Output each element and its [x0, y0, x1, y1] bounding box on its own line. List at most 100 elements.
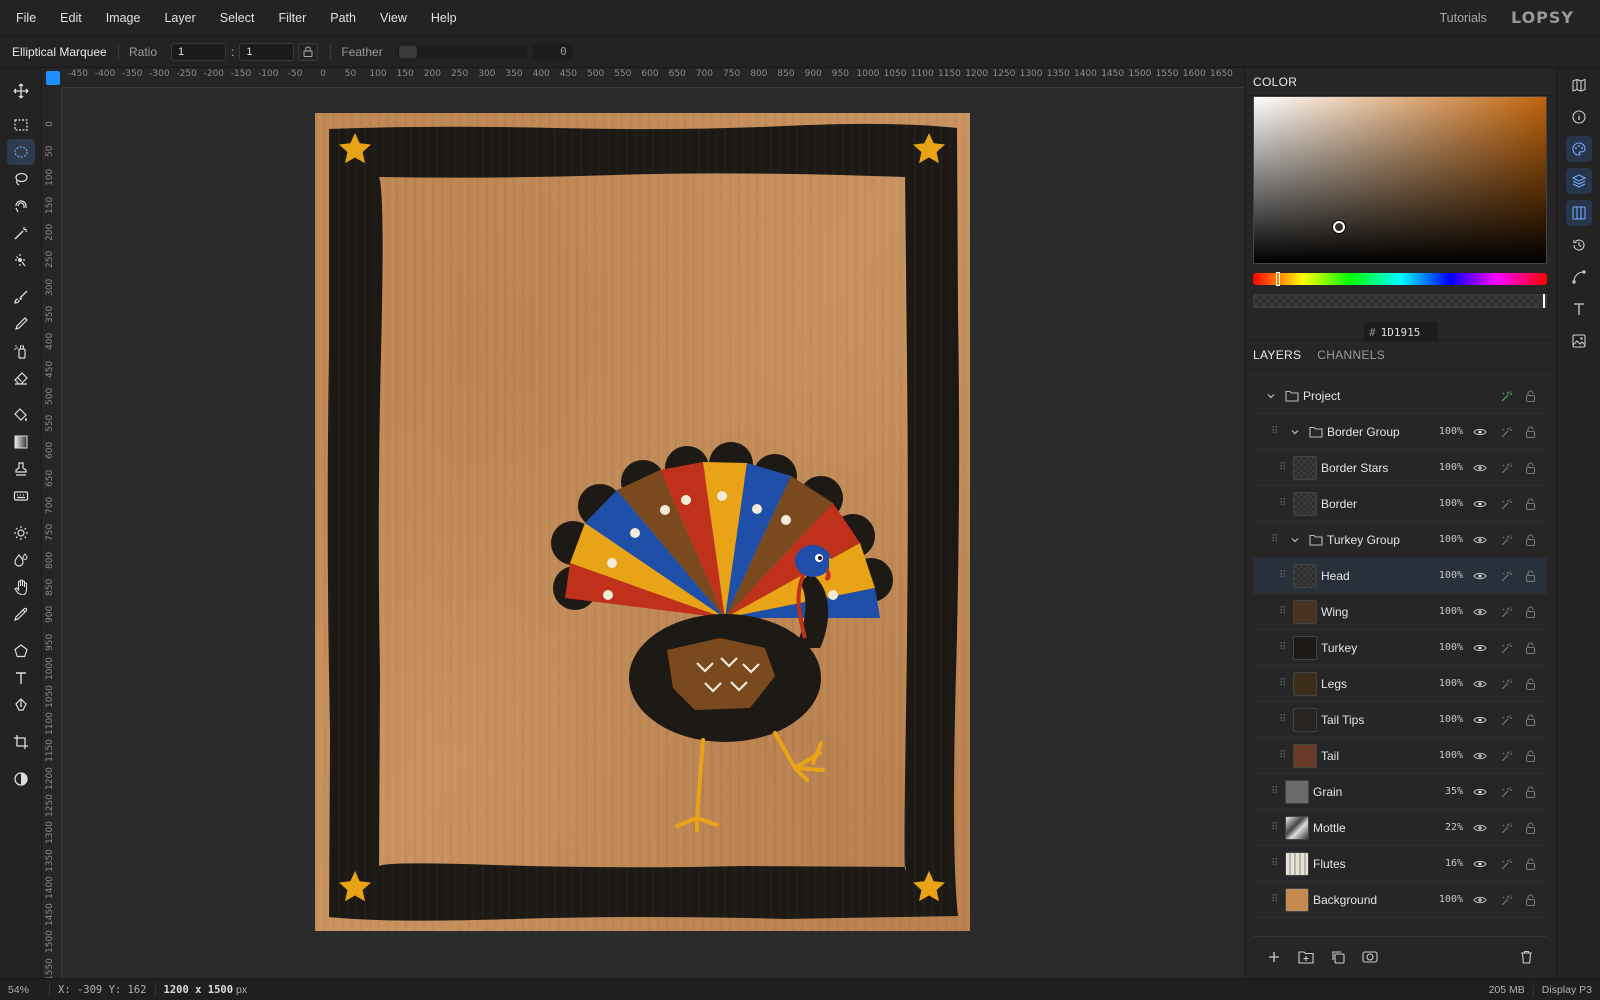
tab-layers[interactable]: LAYERS [1245, 348, 1309, 362]
layer-name[interactable]: Mottle [1313, 821, 1346, 835]
blur-tool[interactable] [7, 547, 35, 573]
lock-icon[interactable] [1523, 605, 1537, 619]
eye-icon[interactable] [1473, 677, 1487, 691]
layer-row[interactable]: ⠿ Tail 100% [1253, 738, 1547, 774]
layer-row[interactable]: ⠿ Border Stars 100% [1253, 450, 1547, 486]
eye-icon[interactable] [1473, 461, 1487, 475]
layer-row[interactable]: ⠿ Border Group 100% [1253, 414, 1547, 450]
effects-icon[interactable] [1499, 533, 1513, 547]
layer-row[interactable]: ⠿ Mottle 22% [1253, 810, 1547, 846]
menu-image[interactable]: Image [94, 0, 153, 36]
adjustments-tool[interactable] [7, 766, 35, 792]
layer-row[interactable]: ⠿ Border 100% [1253, 486, 1547, 522]
character-button[interactable] [1566, 296, 1592, 322]
effects-icon[interactable] [1499, 461, 1513, 475]
paths-button[interactable] [1566, 264, 1592, 290]
layer-row[interactable]: ⠿ Wing 100% [1253, 594, 1547, 630]
channels-panel-button[interactable] [1566, 200, 1592, 226]
magnetic-lasso-tool[interactable] [7, 193, 35, 219]
lock-icon[interactable] [1523, 425, 1537, 439]
magic-wand-tool[interactable] [7, 220, 35, 246]
layer-opacity[interactable]: 100% [1439, 678, 1463, 689]
layer-name[interactable]: Wing [1321, 605, 1348, 619]
lock-icon[interactable] [1523, 857, 1537, 871]
color-panel-button[interactable] [1566, 136, 1592, 162]
lock-icon[interactable] [1523, 569, 1537, 583]
effects-icon[interactable] [1499, 497, 1513, 511]
drag-handle-icon[interactable]: ⠿ [1271, 858, 1279, 870]
gradient-tool[interactable] [7, 429, 35, 455]
feather-slider-thumb[interactable] [398, 45, 417, 58]
quick-selection-tool[interactable] [7, 247, 35, 273]
text-tool[interactable] [7, 665, 35, 691]
info-button[interactable] [1566, 104, 1592, 130]
lock-icon[interactable] [1523, 749, 1537, 763]
spray-tool[interactable] [7, 338, 35, 364]
layer-name[interactable]: Border Group [1327, 425, 1400, 439]
layer-name[interactable]: Project [1303, 389, 1340, 403]
lock-icon[interactable] [1523, 641, 1537, 655]
canvas-viewport[interactable] [62, 88, 1244, 978]
ratio-height-input[interactable]: 1 [239, 42, 295, 61]
hex-value[interactable]: 1D1915 [1381, 326, 1421, 339]
drag-handle-icon[interactable]: ⠿ [1279, 750, 1287, 762]
effects-icon[interactable] [1499, 605, 1513, 619]
layer-opacity[interactable]: 100% [1439, 462, 1463, 473]
effects-icon[interactable] [1499, 389, 1513, 403]
layer-opacity[interactable]: 100% [1439, 642, 1463, 653]
layer-name[interactable]: Grain [1313, 785, 1342, 799]
hue-slider[interactable] [1253, 272, 1547, 286]
effects-icon[interactable] [1499, 893, 1513, 907]
layer-name[interactable]: Border Stars [1321, 461, 1388, 475]
drag-handle-icon[interactable]: ⠿ [1279, 606, 1287, 618]
tab-channels[interactable]: CHANNELS [1309, 348, 1393, 362]
layer-opacity[interactable]: 100% [1439, 570, 1463, 581]
document-canvas[interactable] [315, 113, 970, 931]
ratio-width-input[interactable]: 1 [171, 42, 227, 61]
effects-icon[interactable] [1499, 677, 1513, 691]
layer-row[interactable]: ⠿ Flutes 16% [1253, 846, 1547, 882]
layers-panel-button[interactable] [1566, 168, 1592, 194]
menu-layer[interactable]: Layer [152, 0, 207, 36]
eye-icon[interactable] [1473, 641, 1487, 655]
layer-opacity[interactable]: 22% [1445, 822, 1463, 833]
effects-icon[interactable] [1499, 713, 1513, 727]
layer-name[interactable]: Border [1321, 497, 1357, 511]
menu-file[interactable]: File [0, 0, 48, 36]
ruler-origin-handle[interactable] [46, 71, 60, 85]
eye-icon[interactable] [1473, 785, 1487, 799]
polygon-tool[interactable] [7, 638, 35, 664]
drag-handle-icon[interactable]: ⠿ [1279, 642, 1287, 654]
image-adjust-button[interactable] [1566, 328, 1592, 354]
rectangular-marquee-tool[interactable] [7, 112, 35, 138]
eraser-tool[interactable] [7, 365, 35, 391]
menu-filter[interactable]: Filter [266, 0, 318, 36]
tutorials-link[interactable]: Tutorials [1439, 11, 1486, 25]
layer-row[interactable]: ⠿ Turkey 100% [1253, 630, 1547, 666]
eye-icon[interactable] [1473, 821, 1487, 835]
effects-icon[interactable] [1499, 425, 1513, 439]
layer-opacity[interactable]: 100% [1439, 498, 1463, 509]
effects-icon[interactable] [1499, 785, 1513, 799]
lock-icon[interactable] [1523, 497, 1537, 511]
layer-opacity[interactable]: 100% [1439, 606, 1463, 617]
eye-icon[interactable] [1473, 857, 1487, 871]
lock-icon[interactable] [1523, 461, 1537, 475]
menu-help[interactable]: Help [419, 0, 469, 36]
pencil-tool[interactable] [7, 311, 35, 337]
layer-row[interactable]: ⠿ Turkey Group 100% [1253, 522, 1547, 558]
layer-name[interactable]: Head [1321, 569, 1350, 583]
lasso-tool[interactable] [7, 166, 35, 192]
eye-icon[interactable] [1473, 569, 1487, 583]
elliptical-marquee-tool[interactable] [7, 139, 35, 165]
zoom-level[interactable]: 54% [0, 982, 50, 997]
smudge-tool[interactable] [7, 574, 35, 600]
drag-handle-icon[interactable]: ⠿ [1271, 894, 1279, 906]
layer-name[interactable]: Tail [1321, 749, 1339, 763]
alpha-slider-handle[interactable] [1543, 294, 1545, 308]
eye-icon[interactable] [1473, 533, 1487, 547]
effects-icon[interactable] [1499, 749, 1513, 763]
new-group-button[interactable] [1297, 948, 1315, 966]
drag-handle-icon[interactable]: ⠿ [1279, 678, 1287, 690]
lock-icon[interactable] [1523, 677, 1537, 691]
